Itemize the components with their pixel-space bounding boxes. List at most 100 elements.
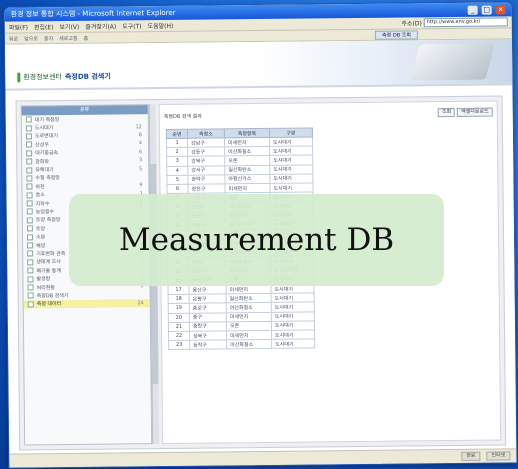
- folder-icon: [26, 234, 34, 241]
- tree-item-label: 폐기물 통계: [36, 267, 61, 275]
- table-cell: 강서구: [187, 165, 225, 176]
- folder-icon: [25, 133, 32, 140]
- back-button[interactable]: 뒤로: [9, 35, 18, 42]
- tree-item-label: 측정DB 검색기: [36, 292, 69, 300]
- tree-item-label: 생태계 조사: [36, 259, 61, 266]
- minimize-button[interactable]: _: [467, 5, 478, 15]
- panel-title: 측정DB 검색 결과: [163, 113, 202, 121]
- table-cell: 도시대기: [271, 311, 315, 322]
- table-cell: 관악구: [187, 174, 225, 185]
- table-cell: 도시대기: [269, 173, 313, 184]
- table-cell: 은평구: [189, 294, 227, 304]
- table-cell: 이산화질소: [226, 302, 272, 313]
- home-button[interactable]: 홈: [84, 34, 89, 41]
- tree-item-label: 호소: [35, 192, 45, 199]
- folder-icon: [26, 208, 33, 215]
- column-header[interactable]: 측정항목: [224, 128, 270, 138]
- table-cell: 오존: [226, 321, 272, 331]
- table-cell: 중랑구: [189, 321, 227, 332]
- tree-item-label: 기후변화 관측: [36, 250, 66, 258]
- tree-item-count: 24: [137, 300, 144, 307]
- tree-item-label: 농업용수: [35, 209, 55, 216]
- menu-file[interactable]: 파일(F): [9, 22, 28, 31]
- table-cell: 미세먼지: [224, 137, 270, 148]
- tree-item-label: 지하수: [35, 200, 50, 207]
- overlay-caption: Measurement DB: [69, 194, 444, 286]
- tree-item-count: 8: [138, 132, 142, 139]
- site-logo[interactable]: 환경정보센터 측정DB 검색기: [17, 72, 111, 83]
- stop-button[interactable]: 중지: [44, 35, 53, 42]
- table-cell: 오존: [224, 155, 270, 166]
- table-cell: 이산화질소: [224, 146, 270, 157]
- folder-icon: [26, 141, 33, 148]
- menu-help[interactable]: 도움말(H): [148, 21, 174, 30]
- tree-item-label: 수질 측정망: [35, 175, 61, 182]
- search-button[interactable]: 조회: [437, 107, 456, 118]
- table-cell: 미세먼지: [226, 330, 272, 340]
- table-cell: 일산화탄소: [224, 164, 270, 175]
- table-cell: 도시대기: [269, 146, 313, 156]
- folder-icon: [26, 166, 33, 173]
- tree-item-label: 도시대기: [34, 125, 54, 132]
- table-cell: 이산화질소: [226, 339, 272, 350]
- tree-item-label: 산성우: [35, 142, 49, 149]
- status-text: 완료: [461, 451, 481, 461]
- address-bar: 주소(D) http://www.env.go.kr/: [401, 17, 508, 28]
- table-cell: 도시대기: [269, 155, 313, 165]
- menu-favorites[interactable]: 즐겨찾기(A): [85, 21, 116, 30]
- tree-item-count: 9: [139, 182, 143, 189]
- table-row[interactable]: 23 동작구 이산화질소 도시대기: [168, 339, 315, 350]
- table-cell: 광진구: [187, 183, 226, 194]
- table-cell: 강남구: [187, 137, 225, 148]
- column-header[interactable]: 순번: [166, 129, 188, 139]
- table-cell: 강동구: [187, 147, 225, 157]
- tree-item-label: 토양: [35, 226, 46, 233]
- tree-item-label: 대기중금속: [35, 150, 59, 157]
- table-cell: 22: [168, 331, 190, 341]
- table-cell: 도시대기: [271, 302, 315, 312]
- menu-tools[interactable]: 도구(T): [122, 21, 141, 30]
- refresh-button[interactable]: 새로고침: [59, 34, 77, 41]
- close-button[interactable]: ×: [495, 4, 506, 15]
- folder-icon: [26, 150, 33, 157]
- excel-download-button[interactable]: 엑셀다운로드: [457, 107, 493, 117]
- table-cell: 도시대기: [269, 136, 313, 147]
- table-cell: 19: [168, 303, 190, 314]
- column-header[interactable]: 측정소: [187, 128, 225, 139]
- folder-icon: [27, 275, 34, 283]
- maximize-button[interactable]: □: [481, 5, 492, 15]
- table-cell: 2: [166, 147, 188, 157]
- active-link-tab[interactable]: 측정 DB 조회: [374, 29, 418, 40]
- table-cell: 도시대기: [271, 329, 315, 340]
- column-header[interactable]: 구분: [269, 127, 313, 138]
- table-cell: 중구: [189, 312, 227, 322]
- menu-view[interactable]: 보기(V): [59, 22, 79, 31]
- table-cell: 미세먼지: [224, 183, 271, 193]
- panel-buttons: 조회 엑셀다운로드: [437, 107, 493, 118]
- security-zone: 인터넷: [486, 451, 511, 461]
- tree-item-label: 유해대기: [35, 167, 54, 174]
- folder-icon: [26, 158, 33, 165]
- folder-icon: [26, 225, 33, 232]
- table-cell: 20: [168, 312, 190, 323]
- tree-item[interactable]: 측정 데이터 24: [23, 298, 150, 309]
- table-cell: 23: [168, 340, 190, 350]
- table-cell: 도시대기: [271, 339, 315, 349]
- folder-icon: [27, 301, 34, 308]
- tree-item-label: 소음: [35, 234, 46, 241]
- tree-item-label: 해양: [36, 242, 46, 249]
- tree-item-count: 6: [138, 148, 143, 156]
- table-cell: 21: [168, 321, 190, 332]
- table-cell: 3: [166, 156, 188, 167]
- table-cell: 종로구: [189, 303, 227, 313]
- table-cell: 동작구: [189, 339, 227, 350]
- address-input[interactable]: http://www.env.go.kr/: [423, 17, 508, 28]
- tree-item-label: 처리현황: [36, 284, 55, 291]
- tree-item-label: 토양 측정망: [35, 217, 61, 224]
- table-cell: 1: [166, 138, 188, 148]
- forward-button[interactable]: 앞으로: [24, 35, 38, 42]
- table-cell: 5: [166, 175, 188, 185]
- menu-edit[interactable]: 편집(E): [34, 22, 54, 31]
- folder-icon: [26, 175, 33, 182]
- folder-icon: [27, 259, 34, 266]
